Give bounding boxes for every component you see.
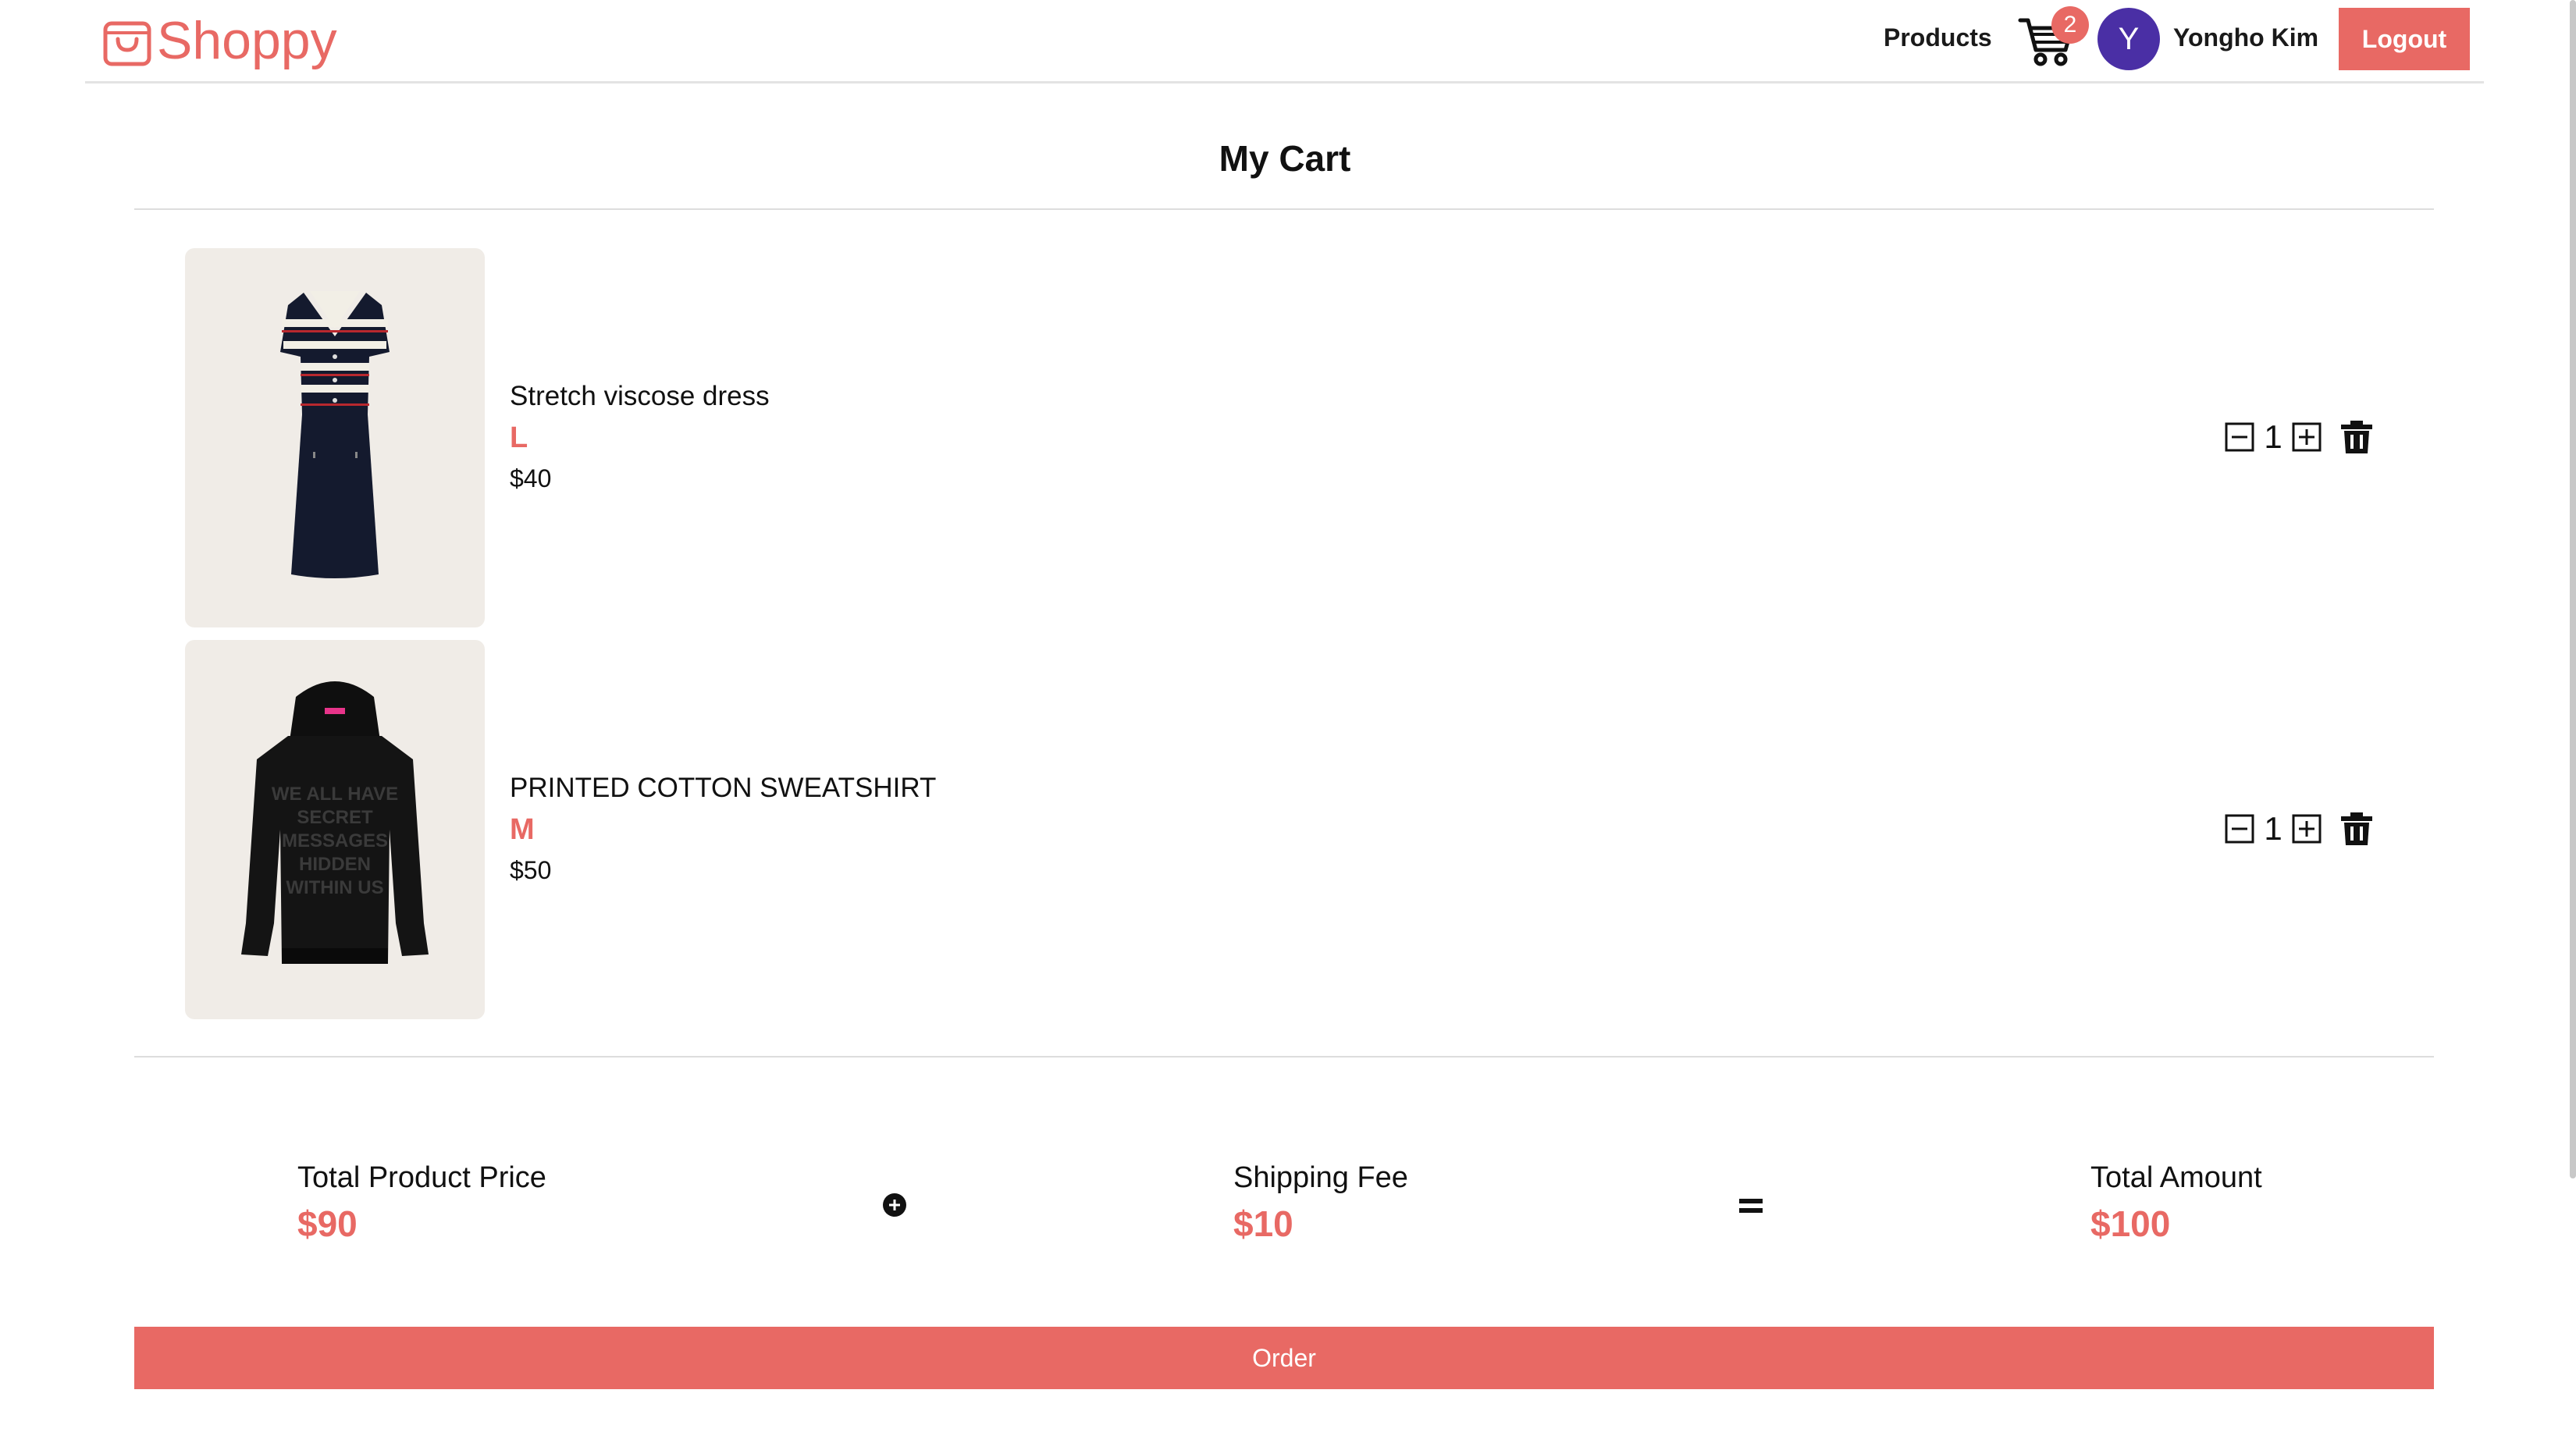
product-price-value: $90 xyxy=(297,1203,358,1244)
minus-square-icon[interactable] xyxy=(2224,421,2255,453)
cart-item: WE ALL HAVE SECRET MESSAGES HIDDEN WITHI… xyxy=(185,640,2379,1019)
total-amount-summary: Total Amount $100 xyxy=(2090,1161,2262,1245)
nav-products-link[interactable]: Products xyxy=(1884,23,1992,52)
logout-button[interactable]: Logout xyxy=(2339,8,2470,70)
logo-text: Shoppy xyxy=(157,11,337,70)
item-size: L xyxy=(510,421,528,454)
product-image-sweatshirt[interactable]: WE ALL HAVE SECRET MESSAGES HIDDEN WITHI… xyxy=(185,640,485,1019)
dress-image xyxy=(280,291,390,578)
product-image-dress[interactable] xyxy=(185,248,485,627)
quantity-stepper: 1 xyxy=(2224,807,2374,851)
user-name: Yongho Kim xyxy=(2173,23,2319,52)
order-button[interactable]: Order xyxy=(134,1327,2434,1389)
total-amount-label: Total Amount xyxy=(2090,1161,2262,1194)
quantity-stepper: 1 xyxy=(2224,415,2374,459)
shipping-fee-value: $10 xyxy=(1233,1203,1293,1244)
total-amount-value: $100 xyxy=(2090,1203,2171,1244)
minus-square-icon[interactable] xyxy=(2224,813,2255,844)
product-price-label: Total Product Price xyxy=(297,1161,546,1194)
avatar[interactable]: Y xyxy=(2097,8,2160,70)
plus-square-icon[interactable] xyxy=(2291,813,2322,844)
cart-item: Stretch viscose dress L $40 1 xyxy=(185,248,2379,627)
item-size: M xyxy=(510,813,535,846)
equals-icon xyxy=(1739,1199,1763,1213)
sweatshirt-image: WE ALL HAVE SECRET MESSAGES HIDDEN WITHI… xyxy=(241,681,429,964)
cart-count-badge: 2 xyxy=(2051,6,2089,44)
shopping-bag-icon xyxy=(103,21,151,66)
item-info: PRINTED COTTON SWEATSHIRT M $50 xyxy=(510,773,936,885)
page-title: My Cart xyxy=(1219,138,1351,179)
logo[interactable]: Shoppy xyxy=(101,9,337,72)
shipping-fee-label: Shipping Fee xyxy=(1233,1161,1408,1194)
item-price: $40 xyxy=(510,464,552,492)
item-name: Stretch viscose dress xyxy=(510,381,770,411)
shipping-fee-summary: Shipping Fee $10 xyxy=(1233,1161,1408,1245)
scrollbar[interactable] xyxy=(2570,0,2576,1178)
quantity-value: 1 xyxy=(2264,810,2282,847)
plus-circle-icon xyxy=(883,1193,906,1217)
title-divider xyxy=(134,208,2434,210)
items-divider xyxy=(134,1056,2434,1057)
trash-icon[interactable] xyxy=(2339,419,2374,455)
quantity-value: 1 xyxy=(2264,418,2282,455)
item-price: $50 xyxy=(510,856,552,884)
print-line-4: HIDDEN xyxy=(299,854,371,875)
print-line-2: SECRET xyxy=(297,807,373,828)
print-line-3: MESSAGES xyxy=(282,830,388,851)
item-name: PRINTED COTTON SWEATSHIRT xyxy=(510,773,937,803)
cart-page: Shoppy Products 2 Y Yongho Kim Logout My… xyxy=(0,0,2576,1436)
trash-icon[interactable] xyxy=(2339,811,2374,847)
plus-square-icon[interactable] xyxy=(2291,421,2322,453)
product-price-summary: Total Product Price $90 xyxy=(297,1161,546,1245)
item-info: Stretch viscose dress L $40 xyxy=(510,381,770,493)
print-line-5: WITHIN US xyxy=(286,877,383,898)
print-line-1: WE ALL HAVE xyxy=(272,784,398,805)
